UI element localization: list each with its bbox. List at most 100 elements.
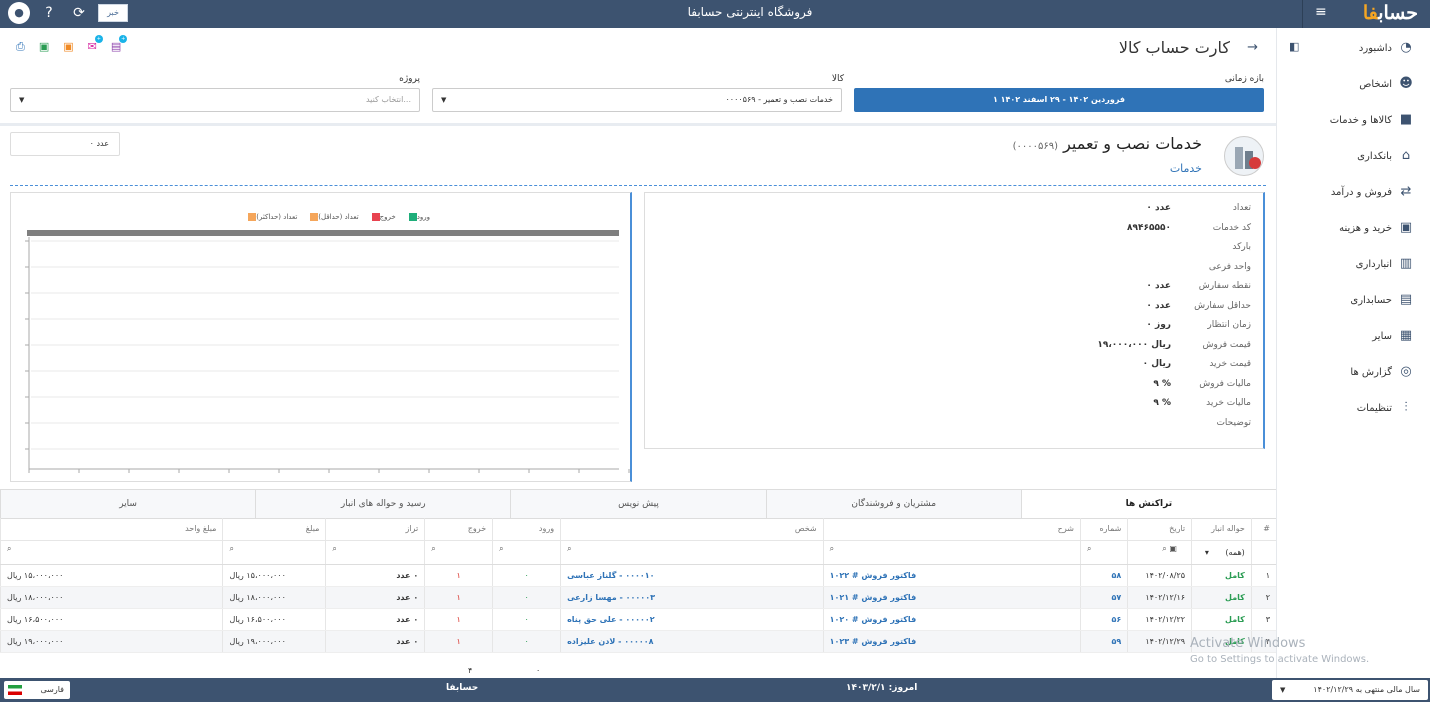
detail-row: قیمت خرید ۰ ریال [645, 359, 1263, 378]
search-icon: ⌕ [431, 544, 436, 553]
column-header[interactable]: حواله انبار [1191, 518, 1252, 541]
column-filter-input[interactable]: ⌕ [431, 544, 486, 560]
print-icon[interactable]: ⎙ [16, 40, 25, 54]
sidebar-item[interactable]: کالاها و خدمات ■ [1277, 102, 1430, 138]
column-filter-input[interactable]: ⌕ [1087, 544, 1121, 560]
fiscal-year-select[interactable]: ▼ سال مالی منتهی به ۱۴۰۲/۱۲/۲۹ [1272, 680, 1428, 700]
column-filter-input[interactable]: ⌕ [332, 544, 418, 560]
refresh-icon[interactable]: ⟳ [68, 2, 90, 24]
table-row[interactable]: ۱ کامل ۱۴۰۲/۰۸/۲۵ ۵۸ فاکتور فروش # ۱۰۲۲ ۰۰۰۰۱… [0, 564, 1276, 587]
column-filter-input[interactable]: ⌕ [567, 544, 817, 560]
table-cell: ۱۴۰۲/۰۸/۲۵ [1127, 564, 1192, 587]
table-row[interactable]: ۲ کامل ۱۴۰۲/۱۲/۱۶ ۵۷ فاکتور فروش # ۱۰۲۱ ۰۰۰۰۰… [0, 586, 1276, 609]
excel-icon[interactable]: ▣ [39, 40, 49, 54]
sidebar-item[interactable]: فروش و درآمد ⇄ [1277, 174, 1430, 210]
project-select[interactable]: ▼ انتخاب کنید... [10, 88, 420, 112]
period-button[interactable]: ۱ فروردین ۱۴۰۲ - ۲۹ اسفند ۱۴۰۲ [854, 88, 1264, 112]
sidebar-item[interactable]: سایر ▦ [1277, 318, 1430, 354]
chart-range-bar [27, 230, 619, 236]
sidebar-item[interactable]: خرید و هزینه ▣ [1277, 210, 1430, 246]
column-header[interactable]: شرح [822, 518, 1081, 541]
reports-icon: ◎ [1400, 364, 1412, 379]
table-cell[interactable]: ۰۰۰۰۰۸ - لادن علیزاده [560, 630, 824, 653]
table-cell[interactable]: فاکتور فروش # ۱۰۲۱ [822, 586, 1081, 609]
detail-row: مالیات خرید ۹ % [645, 398, 1263, 417]
sidebar-item[interactable]: بانکداری ⌂ [1277, 138, 1430, 174]
sidebar-item[interactable]: تنظیمات ⫶ [1277, 390, 1430, 426]
detail-row: بارکد [645, 242, 1263, 261]
sidebar-item[interactable]: حسابداری ▤ [1277, 282, 1430, 318]
product-category[interactable]: خدمات [1170, 162, 1202, 175]
column-header[interactable]: ورود [492, 518, 561, 541]
table-cell[interactable]: فاکتور فروش # ۱۰۲۲ [822, 564, 1081, 587]
table-cell[interactable]: ۵۹ [1079, 630, 1128, 653]
collapse-icon[interactable]: ◧ [1289, 40, 1299, 53]
accounting-icon: ▤ [1399, 292, 1413, 307]
column-filter-input[interactable]: ⌕ [499, 544, 554, 560]
column-header[interactable]: شماره [1079, 518, 1128, 541]
tab-2[interactable]: پیش نویس [510, 490, 765, 518]
email-icon[interactable]: ✉ + [88, 35, 103, 54]
tab-4[interactable]: سایر [0, 490, 255, 518]
detail-key: توضیحات [1216, 417, 1251, 428]
sidebar-item-label: بانکداری [1357, 150, 1392, 162]
detail-key: قیمت خرید [1209, 359, 1251, 369]
detail-row: قیمت فروش ۱۹،۰۰۰،۰۰۰ ریال [645, 340, 1263, 359]
sms-icon[interactable]: ▤ + [111, 35, 128, 54]
sidebar-item[interactable]: انبارداری ▥ [1277, 246, 1430, 282]
table-cell[interactable]: فاکتور فروش # ۱۰۲۰ [822, 608, 1081, 631]
project-label: پروژه [399, 74, 420, 84]
detail-value: ۰ عدد [1146, 281, 1171, 291]
news-icon[interactable]: خبر [98, 4, 128, 22]
table-cell: ۱۶،۵۰۰،۰۰۰ ریال [0, 608, 223, 631]
column-header[interactable]: خروج [424, 518, 493, 541]
sidebar-item-label: کالاها و خدمات [1329, 114, 1392, 126]
help-icon[interactable]: ? [38, 2, 60, 24]
detail-value: ۰ روز [1146, 320, 1171, 330]
warehouse-filter[interactable]: (همه) ▾ [1205, 548, 1245, 557]
column-header[interactable]: شخص [560, 518, 824, 541]
detail-key: کد خدمات [1212, 222, 1251, 233]
column-header[interactable]: تاریخ [1127, 518, 1192, 541]
detail-row: نقطه سفارش ۰ عدد [645, 281, 1263, 300]
table-cell[interactable]: ۵۸ [1079, 564, 1128, 587]
dashboard-icon: ◔ [1400, 40, 1412, 55]
menu-toggle-icon[interactable]: ≡ [1315, 4, 1327, 20]
table-cell: ۱ [424, 608, 493, 631]
sidebar-item[interactable]: گزارش ها ◎ [1277, 354, 1430, 390]
back-arrow-icon[interactable]: → [1247, 40, 1258, 55]
column-filter-input[interactable]: ⌕ [229, 544, 319, 560]
table-row[interactable]: ۴ کامل ۱۴۰۲/۱۲/۲۹ ۵۹ فاکتور فروش # ۱۰۲۳ ۰۰۰۰۰… [0, 630, 1276, 653]
detail-value: ۹ % [1153, 378, 1171, 389]
table-cell[interactable]: ۰۰۰۰۱۰ - گلناز عباسی [560, 564, 824, 587]
column-header[interactable]: # [1250, 518, 1276, 541]
table-cell[interactable]: ۰۰۰۰۰۲ - علی حق پناه [560, 608, 824, 631]
table-row[interactable]: ۳ کامل ۱۴۰۲/۱۲/۲۲ ۵۶ فاکتور فروش # ۱۰۲۰ ۰۰۰۰۰… [0, 608, 1276, 631]
table-cell[interactable]: ۵۷ [1079, 586, 1128, 609]
detail-key: مالیات خرید [1206, 398, 1251, 408]
tab-3[interactable]: رسید و حواله های انبار [255, 490, 510, 518]
iran-flag-icon [8, 685, 22, 695]
item-select[interactable]: ▼ ۰۰۰۰۵۶۹ - خدمات نصب و تعمیر [432, 88, 842, 112]
column-filter-input[interactable]: ⌕ [830, 544, 1074, 560]
language-select[interactable]: فارسی [4, 681, 70, 699]
pdf-icon[interactable]: ▣ [63, 40, 73, 54]
table-cell: ۲ [1250, 586, 1276, 609]
table-cell: ۰ عدد [325, 586, 425, 609]
column-header[interactable]: مبلغ واحد [0, 518, 223, 541]
column-header[interactable]: مبلغ [222, 518, 326, 541]
table-cell[interactable]: فاکتور فروش # ۱۰۲۳ [822, 630, 1081, 653]
table-cell[interactable]: ۰۰۰۰۰۳ - مهسا زارعی [560, 586, 824, 609]
product-image [1224, 136, 1264, 176]
table-cell[interactable]: ۵۶ [1079, 608, 1128, 631]
tab-1[interactable]: مشتریان و فروشندگان [765, 490, 1021, 518]
sidebar-item[interactable]: داشبورد ◔ [1277, 30, 1430, 66]
search-icon: ⌕ [7, 544, 12, 553]
table-cell: ۱۶،۵۰۰،۰۰۰ ریال [222, 608, 326, 631]
date-filter[interactable]: ▣ ⌕ [1134, 544, 1185, 560]
sidebar-item[interactable]: اشخاص ☻ [1277, 66, 1430, 102]
column-header[interactable]: تراز [325, 518, 425, 541]
user-avatar-icon[interactable]: ● [8, 2, 30, 24]
column-filter-input[interactable]: ⌕ [7, 544, 216, 560]
tab-0[interactable]: تراکنش ها [1020, 490, 1276, 518]
